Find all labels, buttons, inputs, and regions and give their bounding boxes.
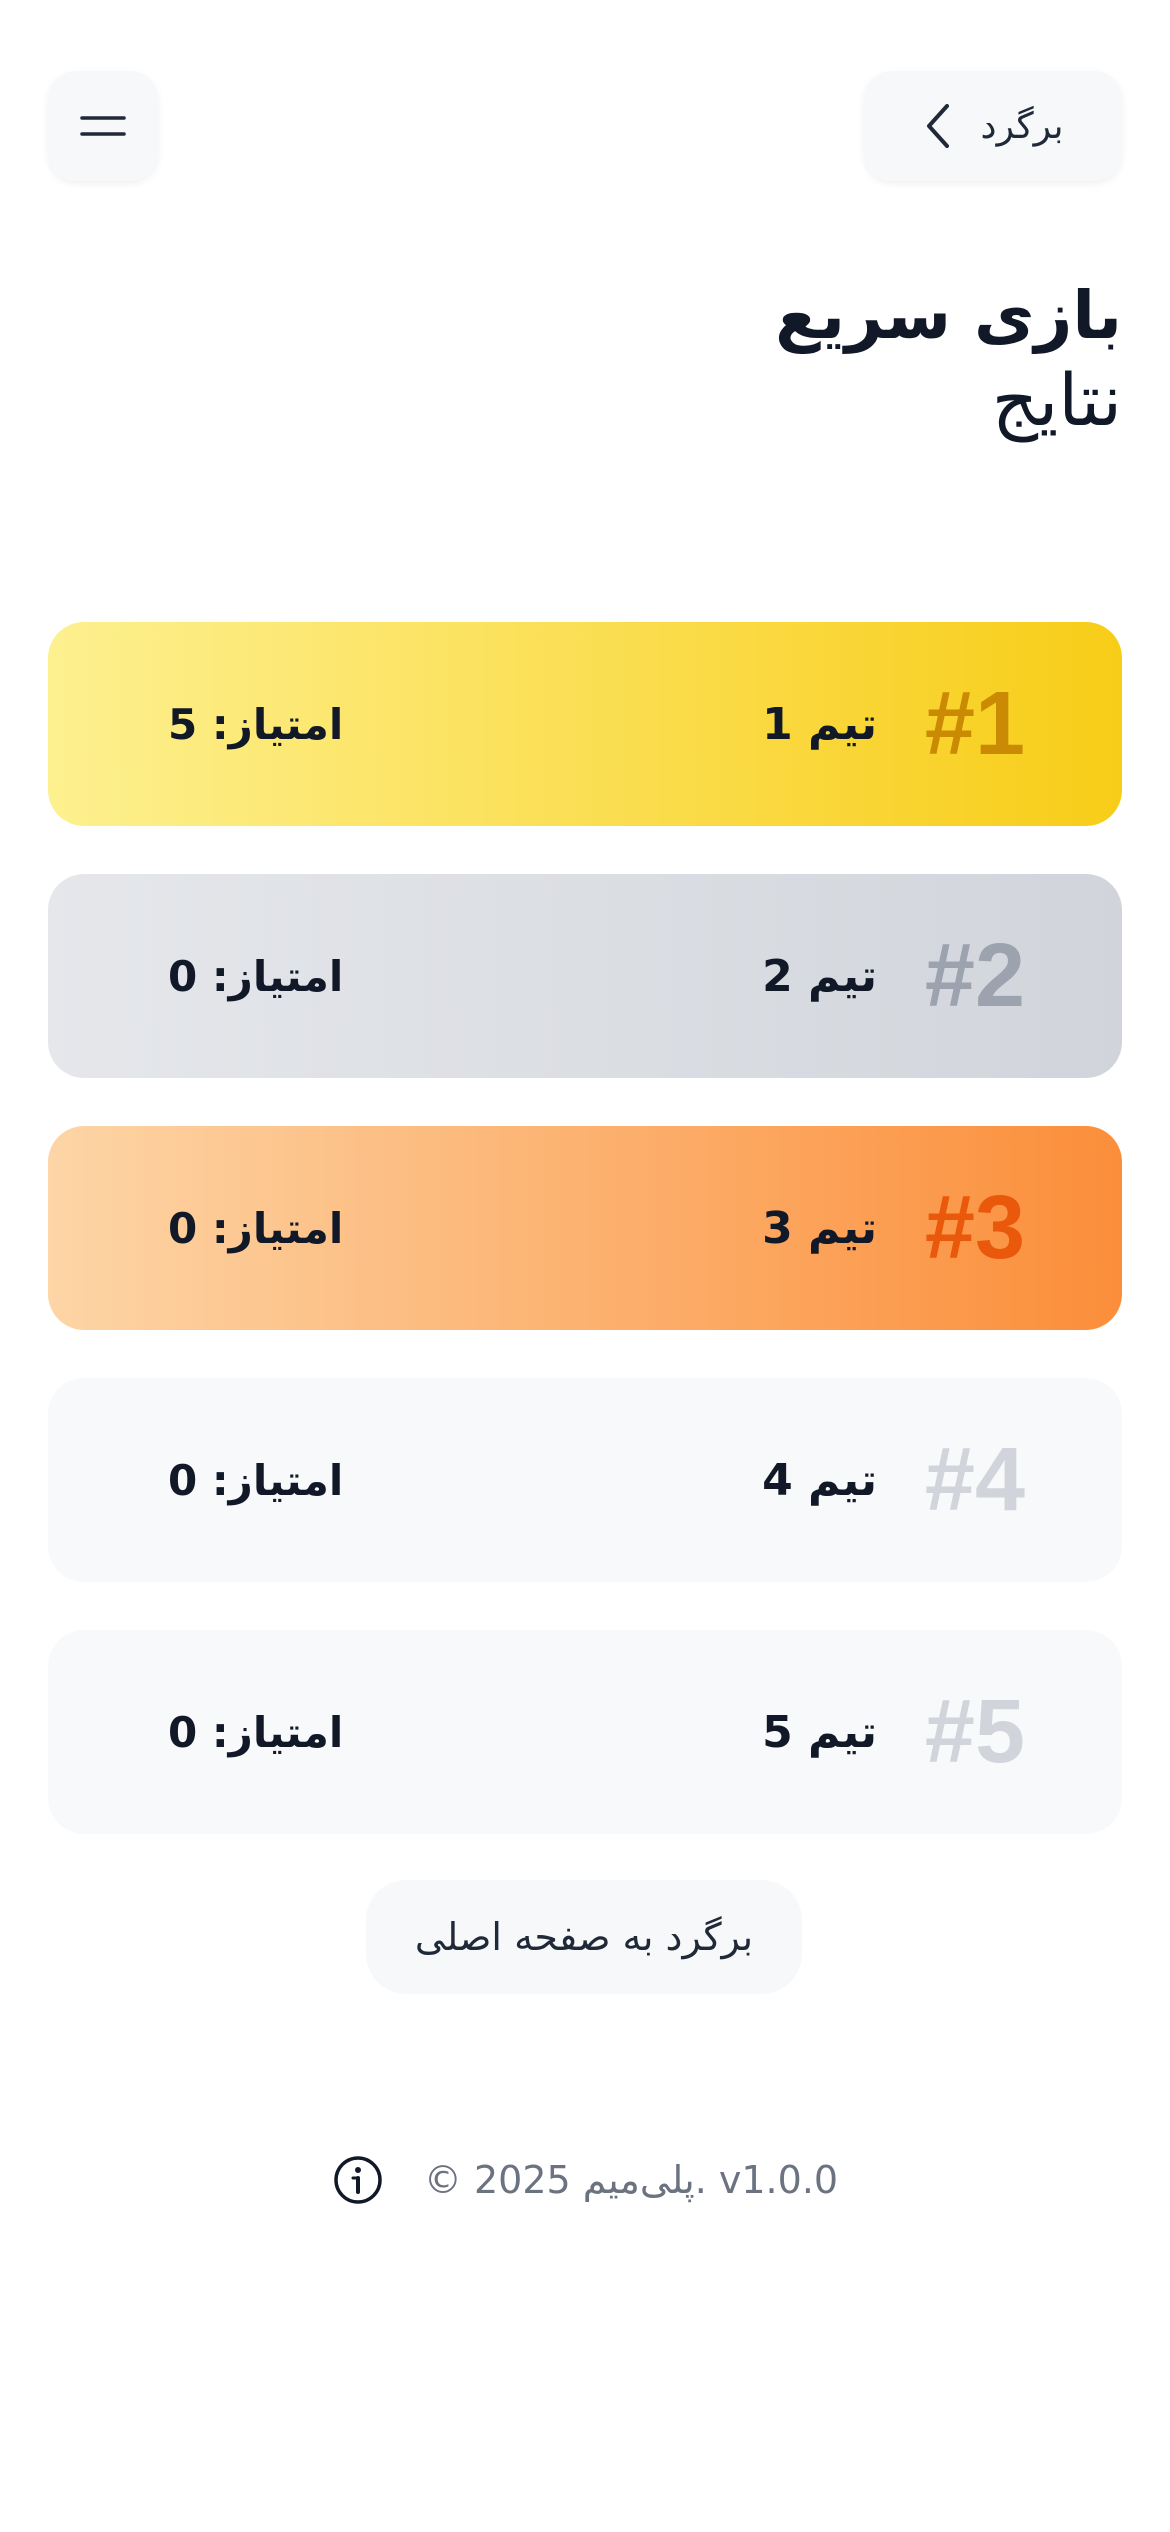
team-score: امتیاز: 0 bbox=[168, 951, 344, 1001]
page-title-block: بازی سریع نتایج bbox=[775, 276, 1122, 444]
rank-label: #5 bbox=[924, 1681, 1025, 1782]
chevron-left-icon bbox=[926, 104, 949, 148]
rank-label: #1 bbox=[924, 673, 1025, 774]
footer: © 2025 پلی‌میم. v1.0.0 bbox=[0, 2140, 1170, 2220]
page-subtitle: نتایج bbox=[991, 358, 1122, 443]
copyright-text: © 2025 پلی‌میم. v1.0.0 bbox=[423, 2158, 839, 2202]
back-to-home-button[interactable]: برگرد به صفحه اصلی bbox=[366, 1880, 802, 1994]
team-name: تیم 4 bbox=[762, 1454, 877, 1506]
team-name: تیم 5 bbox=[762, 1706, 877, 1758]
team-score: امتیاز: 0 bbox=[168, 1455, 344, 1505]
menu-icon bbox=[80, 116, 126, 136]
result-card-4: #4 تیم 4 امتیاز: 0 bbox=[48, 1378, 1122, 1582]
back-to-home-label: برگرد به صفحه اصلی bbox=[414, 1915, 754, 1959]
back-label: برگرد bbox=[980, 105, 1064, 147]
result-card-5: #5 تیم 5 امتیاز: 0 bbox=[48, 1630, 1122, 1834]
top-bar: برگرد bbox=[48, 71, 1122, 181]
team-score: امتیاز: 5 bbox=[168, 699, 344, 749]
team-score: امتیاز: 0 bbox=[168, 1203, 344, 1253]
team-name: تیم 1 bbox=[762, 698, 877, 750]
result-card-1: #1 تیم 1 امتیاز: 5 bbox=[48, 622, 1122, 826]
team-name: تیم 2 bbox=[762, 950, 877, 1002]
rank-label: #4 bbox=[924, 1429, 1025, 1530]
team-name: تیم 3 bbox=[762, 1202, 877, 1254]
result-card-3: #3 تیم 3 امتیاز: 0 bbox=[48, 1126, 1122, 1330]
info-icon[interactable] bbox=[332, 2154, 384, 2206]
results-list: #1 تیم 1 امتیاز: 5 #2 تیم 2 امتیاز: 0 #3… bbox=[48, 622, 1122, 1882]
back-button[interactable]: برگرد bbox=[864, 71, 1122, 181]
rank-label: #2 bbox=[924, 925, 1025, 1026]
rank-label: #3 bbox=[924, 1177, 1025, 1278]
page-title: بازی سریع bbox=[775, 277, 1122, 354]
team-score: امتیاز: 0 bbox=[168, 1707, 344, 1757]
result-card-2: #2 تیم 2 امتیاز: 0 bbox=[48, 874, 1122, 1078]
menu-button[interactable] bbox=[48, 71, 158, 181]
